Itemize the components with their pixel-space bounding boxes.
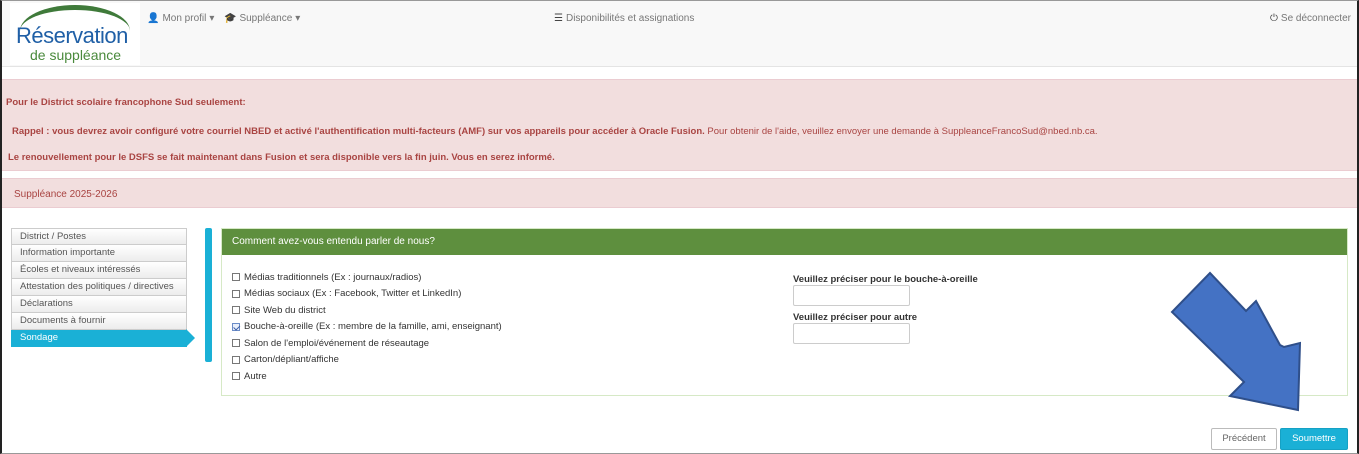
section-indicator-bar <box>205 228 212 362</box>
option-social-media[interactable]: Médias sociaux (Ex : Facebook, Twitter e… <box>232 286 502 303</box>
word-of-mouth-input[interactable] <box>793 285 910 306</box>
power-icon: ⏻ <box>1270 13 1278 24</box>
checkbox[interactable] <box>232 273 240 282</box>
checkbox-checked[interactable] <box>232 322 240 331</box>
list-icon: ☰ <box>554 13 563 24</box>
chevron-down-icon: ▾ <box>209 13 215 24</box>
graduation-cap-icon: 🎓 <box>224 13 237 24</box>
option-label: Site Web du district <box>244 304 326 316</box>
nav-logout-label: Se déconnecter <box>1280 13 1351 24</box>
option-flyer[interactable]: Carton/dépliant/affiche <box>232 352 502 369</box>
survey-options: Médias traditionnels (Ex : journaux/radi… <box>232 269 502 385</box>
option-district-website[interactable]: Site Web du district <box>232 302 502 319</box>
sidebar-item-district[interactable]: District / Postes <box>11 228 187 245</box>
alert-line-reminder: Rappel : vous devrez avoir configuré vot… <box>12 126 1098 137</box>
nav-availability-label: Disponibilités et assignations <box>565 13 695 24</box>
user-icon: 👤 <box>147 13 160 24</box>
alert-line-renewal: Le renouvellement pour le DSFS se fait m… <box>8 152 555 163</box>
checkbox[interactable] <box>232 339 240 348</box>
arrow-shape <box>1170 271 1302 412</box>
checkbox[interactable] <box>232 289 240 298</box>
top-navbar: Réservation de suppléance 👤 Mon profil ▾… <box>2 1 1357 67</box>
sidebar-item-survey[interactable]: Sondage <box>11 329 195 347</box>
checkbox[interactable] <box>232 306 240 315</box>
option-label: Salon de l'emploi/événement de réseautag… <box>244 337 430 349</box>
sidebar-item-declarations[interactable]: Déclarations <box>11 296 187 313</box>
steps-sidebar: District / Postes Information importante… <box>11 228 195 347</box>
pointer-arrow-icon <box>1170 271 1302 412</box>
alert-reminder-rest: Pour obtenir de l'aide, veuillez envoyer… <box>704 126 1098 137</box>
season-banner: Suppléance 2025-2026 <box>2 178 1357 208</box>
logo-line1: Réservation <box>16 23 128 48</box>
chevron-down-icon: ▾ <box>295 13 301 24</box>
option-label: Carton/dépliant/affiche <box>244 354 339 366</box>
sidebar-item-important-info[interactable]: Information importante <box>11 245 187 262</box>
option-label: Médias sociaux (Ex : Facebook, Twitter e… <box>244 288 462 300</box>
survey-panel-title: Comment avez-vous entendu parler de nous… <box>222 229 1347 255</box>
option-job-fair[interactable]: Salon de l'emploi/événement de réseautag… <box>232 335 502 352</box>
option-label: Bouche-à-oreille (Ex : membre de la fami… <box>244 321 502 333</box>
season-label: Suppléance 2025-2026 <box>14 189 118 200</box>
site-logo[interactable]: Réservation de suppléance <box>10 3 140 65</box>
previous-button[interactable]: Précédent <box>1211 428 1277 450</box>
option-other[interactable]: Autre <box>232 368 502 385</box>
option-traditional-media[interactable]: Médias traditionnels (Ex : journaux/radi… <box>232 269 502 286</box>
alert-reminder-bold: Rappel : vous devrez avoir configuré vot… <box>12 126 705 137</box>
nav-substitution[interactable]: 🎓 Suppléance ▾ <box>224 13 300 24</box>
other-label: Veuillez préciser pour autre <box>793 312 918 323</box>
nav-profile[interactable]: 👤 Mon profil ▾ <box>147 13 214 24</box>
nav-substitution-label: Suppléance <box>239 13 293 24</box>
other-input[interactable] <box>793 323 910 344</box>
checkbox[interactable] <box>232 355 240 364</box>
sidebar-item-schools[interactable]: Écoles et niveaux intéressés <box>11 262 187 279</box>
logo-line2: de suppléance <box>30 47 122 63</box>
sidebar-item-documents[interactable]: Documents à fournir <box>11 313 187 330</box>
nav-availability[interactable]: ☰ Disponibilités et assignations <box>554 13 694 24</box>
submit-button[interactable]: Soumettre <box>1280 428 1348 450</box>
nav-logout[interactable]: ⏻ Se déconnecter <box>1270 13 1351 24</box>
word-of-mouth-label: Veuillez préciser pour le bouche-à-oreil… <box>793 274 978 285</box>
option-word-of-mouth[interactable]: Bouche-à-oreille (Ex : membre de la fami… <box>232 319 502 336</box>
alert-line-district: Pour le District scolaire francophone Su… <box>6 97 246 108</box>
option-label: Médias traditionnels (Ex : journaux/radi… <box>244 271 422 283</box>
option-label: Autre <box>244 370 267 382</box>
nav-profile-label: Mon profil <box>162 13 207 24</box>
sidebar-item-policies[interactable]: Attestation des politiques / directives <box>11 279 187 296</box>
info-alert: Pour le District scolaire francophone Su… <box>2 79 1357 171</box>
checkbox[interactable] <box>232 372 240 381</box>
